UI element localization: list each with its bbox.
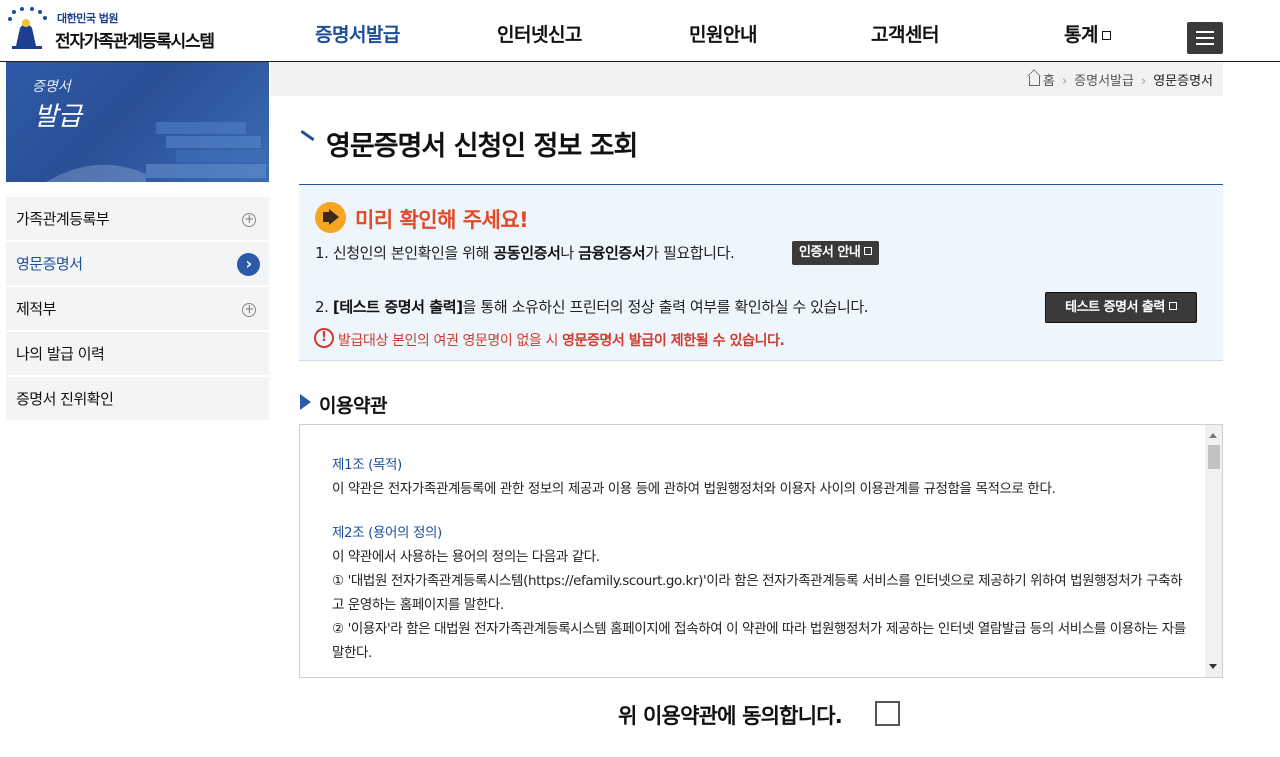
breadcrumb-level1[interactable]: 증명서발급: [1074, 74, 1134, 89]
court-logo-icon: [8, 7, 47, 49]
side-item-my-history[interactable]: 나의 발급 이력: [6, 332, 269, 377]
site-header: 대한민국 법원 전자가족관계등록시스템 증명서발급 인터넷신고 민원안내 고객센…: [0, 0, 1280, 62]
side-item-label: 제적부: [16, 300, 56, 318]
side-item-english-certificate[interactable]: 영문증명서 ›: [6, 242, 269, 287]
terms-section-title: 이용약관: [319, 395, 387, 417]
nav-statistics-label: 통계: [1064, 24, 1098, 46]
nav-internet-report[interactable]: 인터넷신고: [497, 20, 582, 47]
side-item-label: 나의 발급 이력: [16, 345, 105, 363]
breadcrumb-current: 영문증명서: [1153, 74, 1213, 89]
side-item-family-register[interactable]: 가족관계등록부 +: [6, 197, 269, 242]
side-item-removed-register[interactable]: 제적부 +: [6, 287, 269, 332]
scroll-down-icon[interactable]: [1209, 664, 1217, 669]
nav-civil-guide[interactable]: 민원안내: [689, 20, 757, 47]
test-certificate-print-button[interactable]: 테스트 증명서 출력: [1045, 292, 1197, 323]
page-title: 영문증명서 신청인 정보 조회: [326, 131, 638, 162]
certificate-guide-button[interactable]: 인증서 안내: [792, 241, 880, 265]
breadcrumb: 홈 › 증명서발급 › 영문증명서: [1029, 70, 1213, 89]
notice-emphasis: 공동인증서: [493, 244, 561, 262]
terms-content: 제1조 (목적) 이 약관은 전자가족관계등록에 관한 정보의 제공과 이용 등…: [332, 453, 1194, 665]
triangle-right-icon: [300, 394, 311, 410]
terms-scroll-box[interactable]: 제1조 (목적) 이 약관은 전자가족관계등록에 관한 정보의 제공과 이용 등…: [299, 424, 1223, 678]
article-title: 제2조 (용어의 정의): [332, 525, 442, 541]
title-accent-mark: [300, 129, 315, 142]
chevron-right-circle-icon: ›: [237, 253, 260, 276]
plus-circle-icon: +: [242, 213, 256, 227]
scroll-up-icon[interactable]: [1209, 433, 1217, 438]
side-visual-banner: 증명서 발급: [6, 62, 269, 182]
nav-certificate-issue[interactable]: 증명서발급: [315, 20, 400, 47]
terms-agree-checkbox[interactable]: [875, 701, 900, 726]
logo-subtitle: 대한민국 법원: [57, 12, 119, 25]
home-icon: [1029, 76, 1040, 86]
breadcrumb-home[interactable]: 홈: [1043, 74, 1055, 89]
article-body: 이 약관은 전자가족관계등록에 관한 정보의 제공과 이용 등에 관하여 법원행…: [332, 481, 1056, 497]
hamburger-menu-button[interactable]: [1187, 22, 1223, 54]
external-link-icon: [1168, 302, 1177, 310]
warning-icon: !: [314, 328, 334, 348]
megaphone-icon: [315, 202, 346, 233]
side-menu: 가족관계등록부 + 영문증명서 › 제적부 + 나의 발급 이력 증명서 진위확…: [6, 197, 269, 422]
side-visual-line2: 발급: [34, 102, 82, 132]
side-item-label: 가족관계등록부: [16, 210, 110, 228]
article-body: 이 약관에서 사용하는 용어의 정의는 다음과 같다.: [332, 549, 600, 565]
breadcrumb-bar: 홈 › 증명서발급 › 영문증명서: [271, 62, 1223, 96]
article-title: 제1조 (목적): [332, 457, 402, 473]
hamburger-icon: [1196, 31, 1214, 33]
side-item-label: 영문증명서: [16, 255, 83, 273]
terms-agree-label[interactable]: 위 이용약관에 동의합니다.: [618, 700, 843, 730]
site-logo[interactable]: 대한민국 법원 전자가족관계등록시스템: [6, 6, 236, 54]
article-item: ② '이용자'라 함은 대법원 전자가족관계등록시스템 홈페이지에 접속하여 이…: [332, 621, 1186, 661]
nav-customer-center[interactable]: 고객센터: [871, 20, 939, 47]
external-link-icon: [1101, 31, 1111, 40]
notice-warning: 발급대상 본인의 여권 영문명이 없을 시 영문증명서 발급이 제한될 수 있습…: [338, 333, 785, 349]
article-item: ① '대법원 전자가족관계등록시스템(https://efamily.scour…: [332, 573, 1183, 613]
plus-circle-icon: +: [242, 303, 256, 317]
terms-scrollbar[interactable]: [1205, 425, 1222, 677]
notice-line-2: 2. [테스트 증명서 출력]을 통해 소유하신 프린터의 정상 출력 여부를 …: [315, 298, 869, 316]
side-visual-line1: 증명서: [32, 79, 71, 95]
notice-emphasis: 금융인증서: [578, 244, 646, 262]
scroll-thumb[interactable]: [1208, 445, 1220, 469]
notice-emphasis: [테스트 증명서 출력]: [332, 298, 463, 316]
chevron-right-icon: ›: [1140, 74, 1147, 89]
chevron-right-icon: ›: [1061, 74, 1068, 89]
side-item-verify[interactable]: 증명서 진위확인: [6, 377, 269, 422]
notice-box: 미리 확인해 주세요! 1. 신청인의 본인확인을 위해 공동인증서나 금융인증…: [299, 184, 1223, 361]
side-item-label: 증명서 진위확인: [16, 390, 114, 408]
nav-statistics[interactable]: 통계: [1064, 20, 1111, 47]
external-link-icon: [864, 247, 873, 255]
logo-title: 전자가족관계등록시스템: [55, 32, 215, 52]
notice-title: 미리 확인해 주세요!: [355, 208, 529, 232]
notice-line-1: 1. 신청인의 본인확인을 위해 공동인증서나 금융인증서가 필요합니다.: [315, 244, 735, 262]
